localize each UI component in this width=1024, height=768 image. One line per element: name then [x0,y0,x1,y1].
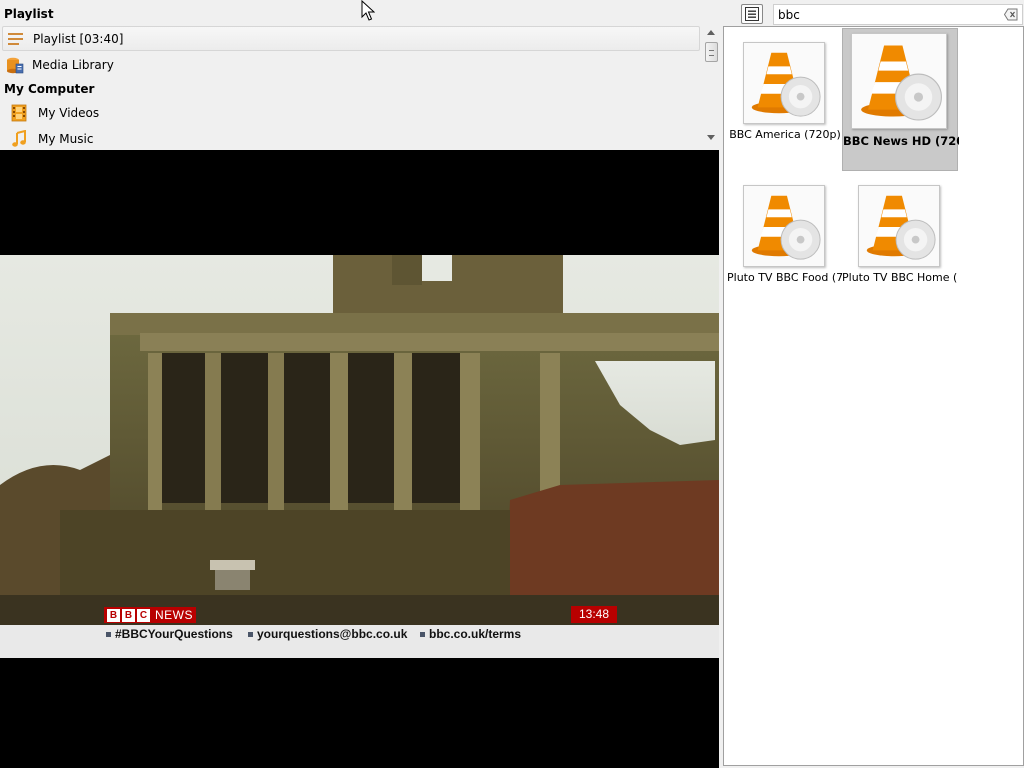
sidebar-item-label: Playlist [03:40] [33,31,124,46]
tile-thumbnail [851,33,947,129]
logo-letter: B [122,608,135,622]
ticker-item: #BBCYourQuestions [106,627,233,641]
playlist-tile[interactable]: Pluto TV BBC Food (7... [727,176,843,319]
bbc-news-logo: B B C NEWS [104,607,196,623]
video-output[interactable]: B B C NEWS 13:48 #BBCYourQuestions yourq… [0,150,719,768]
tile-thumbnail [858,185,940,267]
music-note-icon [10,129,28,148]
sidebar-item-label: My Music [38,131,94,146]
vlc-cone-icon [751,195,821,260]
playlist-tile[interactable]: Pluto TV BBC Home (7... [842,176,958,319]
tile-label: BBC America (720p) [729,128,841,141]
vlc-cone-icon [866,195,936,260]
playlist-tile-selected[interactable]: BBC News HD (720... [842,28,959,171]
vlc-cone-icon [861,45,942,121]
film-icon [10,104,28,122]
sidebar-scrollbar[interactable] [703,26,719,144]
ticker-item: bbc.co.uk/terms [420,627,521,641]
sidebar-item-playlist[interactable]: Playlist [03:40] [2,26,700,51]
view-mode-button[interactable] [741,4,763,24]
logo-letter: B [107,608,120,622]
tile-label: Pluto TV BBC Food (7... [727,271,843,284]
scroll-down-icon[interactable] [707,135,715,140]
vlc-cone-icon [751,52,821,117]
sidebar-item-label: My Videos [38,105,100,120]
search-input[interactable] [776,6,996,23]
results-grid: BBC America (720p) BBC News HD (720... [723,26,1024,766]
news-lower-third: B B C NEWS 13:48 #BBCYourQuestions yourq… [0,605,719,658]
sidebar: Playlist Playlist [03:40] Media Library … [0,0,719,150]
logo-letter: C [137,608,150,622]
media-library-icon [6,56,24,74]
playlist-tile[interactable]: BBC America (720p) [727,33,843,176]
clear-icon[interactable] [1004,8,1018,21]
playlist-icon [7,30,25,48]
search-box [773,4,1023,25]
playlist-heading: Playlist [4,7,54,21]
mouse-cursor-icon [361,0,375,21]
logo-word: NEWS [155,608,193,622]
video-frame [0,255,719,625]
sidebar-item-my-music[interactable]: My Music [2,126,700,151]
scrollbar-thumb[interactable] [705,42,718,62]
tile-thumbnail [743,185,825,267]
sidebar-item-my-videos[interactable]: My Videos [2,100,700,125]
my-computer-heading: My Computer [4,82,95,96]
list-view-icon [745,7,759,21]
sidebar-item-label: Media Library [32,57,114,72]
news-clock: 13:48 [571,606,617,623]
sidebar-item-media-library[interactable]: Media Library [2,52,700,77]
news-ticker: #BBCYourQuestions yourquestions@bbc.co.u… [0,625,719,658]
tile-label: Pluto TV BBC Home (7... [842,271,958,284]
ticker-item: yourquestions@bbc.co.uk [248,627,407,641]
tile-label: BBC News HD (720... [843,134,959,148]
playlist-panel: BBC America (720p) BBC News HD (720... [719,0,1024,768]
tile-thumbnail [743,42,825,124]
scroll-up-icon[interactable] [707,30,715,35]
